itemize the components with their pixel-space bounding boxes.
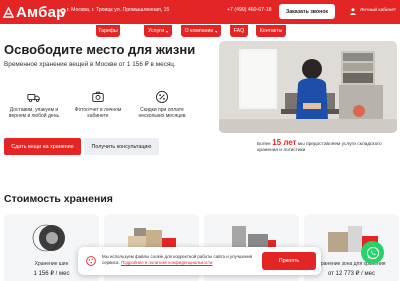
accept-cookies-button[interactable]: Принять: [262, 252, 316, 270]
hero-photo: [219, 41, 397, 133]
nav-item-tariffs[interactable]: Тарифы: [96, 25, 120, 37]
personal-cabinet-link[interactable]: Личный кабинет: [360, 8, 396, 13]
whatsapp-icon: [366, 246, 379, 259]
hero-photo-image: [219, 41, 397, 133]
experience-caption: Более 15 лет мы предоставляем услуги скл…: [257, 138, 382, 154]
order-call-button[interactable]: Заказать звонок: [279, 4, 335, 19]
phone-number[interactable]: +7 (499) 460-67-18: [227, 7, 272, 13]
delivery-truck-icon: [27, 93, 40, 103]
discount-icon: [156, 91, 168, 103]
logo-text: Амбар: [16, 3, 66, 21]
hero-title: Освободите место для жизни: [4, 42, 196, 57]
nav-item-faq[interactable]: FAQ: [230, 25, 248, 37]
logo-icon: [3, 6, 14, 18]
whatsapp-button[interactable]: [361, 241, 384, 264]
user-icon: [350, 8, 356, 15]
location-pin-icon: [60, 8, 66, 16]
feature-delivery: Доставим, упакуем и вернем в любой день: [4, 90, 64, 120]
logo[interactable]: Амбар: [3, 2, 66, 22]
pricing-title: Стоимость хранения: [4, 193, 113, 205]
get-consultation-button[interactable]: Получить консультацию: [84, 138, 159, 155]
nav-item-services[interactable]: Услуги ▾: [144, 25, 172, 37]
feature-discount: Скидки при оплате нескольких месяцев: [132, 90, 192, 120]
main-nav: Тарифы Услуги ▾ О компании ▾ FAQ Контакт…: [0, 25, 400, 39]
feature-photo-report: Фотоотчет в личном кабинете: [68, 90, 128, 120]
experience-years: 15 лет: [272, 138, 297, 147]
store-items-button[interactable]: Сдать вещи на хранение: [4, 138, 81, 155]
nav-item-contacts[interactable]: Контакты: [256, 25, 286, 37]
hero-subtitle: Временное хранение вещей в Москве от 1 1…: [4, 61, 176, 68]
top-bar: Амбар г. Москва, г. Троицк ул. Промышлен…: [0, 0, 400, 24]
privacy-policy-link[interactable]: Подробнее в политике конфиденциальности: [121, 260, 213, 265]
cookie-icon: [86, 256, 96, 266]
address: г. Москва, г. Троицк ул. Промышленная, 1…: [67, 7, 170, 13]
photo-report-icon: [92, 91, 104, 102]
chevron-down-icon: ▾: [215, 28, 218, 34]
cookie-banner: Мы используем файлы cookie для корректно…: [78, 247, 321, 275]
chevron-down-icon: ▾: [165, 28, 168, 34]
tires-icon: [32, 224, 65, 252]
nav-item-about[interactable]: О компании ▾: [181, 25, 221, 37]
